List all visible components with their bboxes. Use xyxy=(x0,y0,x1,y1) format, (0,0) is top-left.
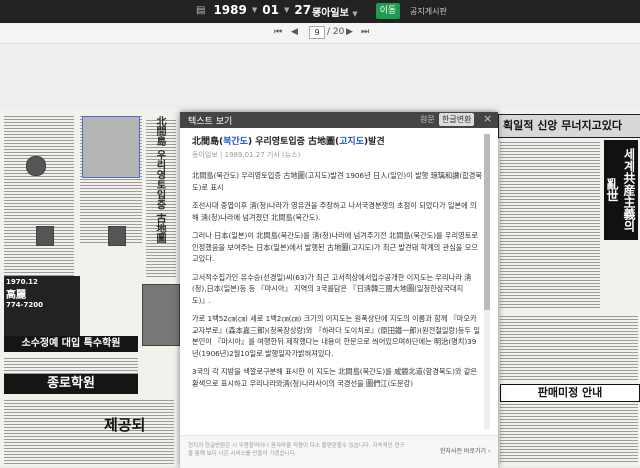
article-paragraph: 3국의 각 지방을 색깔로구분해 표시한 이 지도는 北間島(북간도)를 咸鏡北… xyxy=(192,367,478,388)
article-paragraph: 고서적수집가인 유수승(선경일)씨(63)가 최근 고서적상에서입수공개한 이지… xyxy=(192,272,472,305)
next-page-icon[interactable]: ▶ xyxy=(346,27,353,37)
scrollbar-thumb[interactable] xyxy=(484,134,490,310)
article-body: 北間島(북간도) 우리영토입증 古地圖(고지도)발견 1906년 日人(일인)이… xyxy=(192,170,482,389)
close-icon[interactable]: × xyxy=(483,112,492,125)
ad-banner: 판매미정 안내 xyxy=(500,384,640,402)
dialog-title: 텍스트 보기 xyxy=(188,117,233,127)
article-meta: 동아일보 | 1989.01.27 기사 (뉴스) xyxy=(192,151,301,159)
ad-banner: 소수정예 대입 특수학원 xyxy=(4,336,138,352)
article-paragraph: 그러나 日本(일본)이 北間島(북간도)를 淸(청)나라에 넘겨주기전 北間島(… xyxy=(192,231,478,263)
map-photo xyxy=(82,116,140,178)
tab-original[interactable]: 원문 xyxy=(420,114,435,125)
footer-note: 현지의 한글변환은 시 무용할띄어나 음자마을 적용이 다소 불편판할수 있습니… xyxy=(188,443,405,457)
dialog-header: 텍스트 보기 원문 한글변환 × xyxy=(180,112,498,128)
calendar-icon[interactable]: ▤ xyxy=(196,5,205,16)
text-view-dialog: 텍스트 보기 원문 한글변환 × 北間島(북간도) 우리영토입증 古地圖(고지도… xyxy=(180,112,498,468)
text-column xyxy=(4,114,74,294)
day-select[interactable]: 27 xyxy=(294,3,311,17)
dialog-footer: 현지의 한글변환은 시 무용할띄어나 음자마을 적용이 다소 불편판할수 있습니… xyxy=(180,435,498,468)
newspaper-dropdown-icon: ▼ xyxy=(352,10,358,18)
last-page-icon[interactable]: ⏭ xyxy=(361,27,369,37)
hanja-dictionary-link[interactable]: 한자사전 바로가기 › xyxy=(440,446,490,455)
page-number-input[interactable]: 9 xyxy=(309,26,325,39)
portrait-photo xyxy=(108,226,126,246)
page-total: / 20 xyxy=(327,27,345,37)
go-button[interactable]: 이동 xyxy=(376,3,400,19)
portrait-photo xyxy=(36,226,54,246)
article-title: 北間島(북간도) 우리영토입증 古地圖(고지도)발견 xyxy=(192,137,385,147)
page-navigator: ⏮ ◀ 9 / 20 ▶ ⏭ xyxy=(0,23,640,44)
notice-board-link[interactable]: 공지게시판 xyxy=(410,6,447,17)
text-column xyxy=(500,140,600,310)
main-headline: 획일적 신앙 무너지고있다 xyxy=(498,114,640,138)
year-dropdown-icon[interactable]: ▼ xyxy=(252,6,257,14)
top-toolbar: ▤ 1989 ▼ 01 ▼ 27 ▼ 동아일보 ▼ 이동 공지게시판 xyxy=(0,0,640,23)
text-column xyxy=(4,398,174,464)
article-paragraph: 조선시대 중엽이후 淸(청)나라가 영유권을 주장하고 나서국경분쟁의 초점이 … xyxy=(192,201,477,222)
vertical-title: 세계共産主義의 亂世 xyxy=(604,140,638,240)
month-select[interactable]: 01 xyxy=(262,3,279,17)
article-paragraph: 北間島(북간도) 우리영토입증 古地圖(고지도)발견 1906년 日人(일인)이… xyxy=(192,171,482,192)
viewer-background xyxy=(0,44,640,108)
ad-block: 1970.12 高麗 774-7200 xyxy=(4,276,80,342)
ad-headline: 제공되 xyxy=(104,416,146,434)
scrollbar[interactable] xyxy=(484,134,490,429)
text-column xyxy=(500,314,638,380)
month-dropdown-icon[interactable]: ▼ xyxy=(284,6,289,14)
article-paragraph: 가로 1백52㎝(㎝) 세로 1백2㎝(㎝) 크기의 이지도는 원폭상단에 지도… xyxy=(192,314,481,358)
newspaper-select[interactable]: 동아일보 ▼ xyxy=(312,4,358,19)
portrait-photo xyxy=(26,156,46,176)
vertical-headline: 北間島 우리영토입증 古地圖 xyxy=(154,116,165,243)
tab-hangul[interactable]: 한글변환 xyxy=(439,113,475,126)
text-column xyxy=(500,402,638,464)
ad-photo xyxy=(142,284,180,346)
ad-banner: 종로학원 xyxy=(4,374,138,394)
year-select[interactable]: 1989 xyxy=(213,3,246,17)
article-text-area[interactable]: 北間島(북간도) 우리영토입증 古地圖(고지도)발견 동아일보 | 1989.0… xyxy=(192,134,482,434)
text-column xyxy=(4,356,138,374)
date-selector: ▤ 1989 ▼ 01 ▼ 27 ▼ xyxy=(196,3,321,17)
first-page-icon[interactable]: ⏮ xyxy=(274,27,282,37)
prev-page-icon[interactable]: ◀ xyxy=(291,27,298,37)
